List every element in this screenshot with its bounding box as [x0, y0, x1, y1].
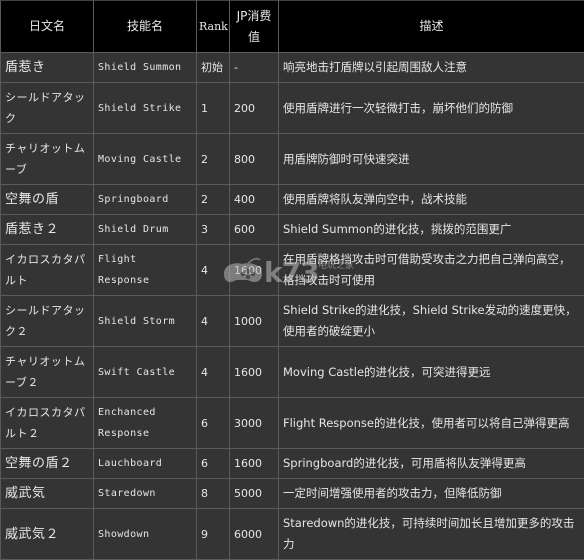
cell-rank: 4 — [197, 347, 230, 398]
table-row: チャリオットムーブ Moving Castle 2 800 用盾牌防御时可快速突… — [1, 134, 584, 185]
header-jp-cost: JP消费值 — [230, 1, 279, 53]
cell-jp-cost: 600 — [230, 215, 279, 245]
table-row: イカロスカタパルト Flight Response 4 1600 在用盾牌格挡攻… — [1, 245, 584, 296]
cell-jp-cost: 1600 — [230, 449, 279, 479]
cell-skill-name: Enchanced Response — [94, 398, 197, 449]
table-row: 空舞の盾 Springboard 2 400 使用盾牌将队友弹向空中，战术技能 — [1, 185, 584, 215]
table-row: チャリオットムーブ２ Swift Castle 4 1600 Moving Ca… — [1, 347, 584, 398]
cell-description: 在用盾牌格挡攻击时可借助受攻击之力把自己弹向高空，格挡攻击时可使用 — [279, 245, 584, 296]
cell-jp-cost: 6000 — [230, 509, 279, 560]
cell-skill-name: Springboard — [94, 185, 197, 215]
cell-japanese-name: イカロスカタパルト — [1, 245, 94, 296]
cell-description: Shield Strike的进化技，Shield Strike发动的速度更快，使… — [279, 296, 584, 347]
header-skill-name: 技能名 — [94, 1, 197, 53]
cell-description: Springboard的进化技，可用盾将队友弹得更高 — [279, 449, 584, 479]
cell-japanese-name: チャリオットムーブ２ — [1, 347, 94, 398]
cell-rank: 6 — [197, 449, 230, 479]
cell-japanese-name: イカロスカタパルト２ — [1, 398, 94, 449]
cell-description: Shield Summon的进化技，挑拨的范围更广 — [279, 215, 584, 245]
table-row: シールドアタック２ Shield Storm 4 1000 Shield Str… — [1, 296, 584, 347]
cell-jp-cost: 3000 — [230, 398, 279, 449]
cell-japanese-name: シールドアタック２ — [1, 296, 94, 347]
cell-japanese-name: 威武気２ — [1, 509, 94, 560]
cell-skill-name: Shield Drum — [94, 215, 197, 245]
cell-rank: 2 — [197, 134, 230, 185]
header-japanese-name: 日文名 — [1, 1, 94, 53]
cell-skill-name: Staredown — [94, 479, 197, 509]
cell-description: 响亮地击打盾牌以引起周围敌人注意 — [279, 53, 584, 83]
cell-japanese-name: 盾惹き — [1, 53, 94, 83]
cell-skill-name: Flight Response — [94, 245, 197, 296]
cell-rank: 4 — [197, 296, 230, 347]
cell-jp-cost: 200 — [230, 83, 279, 134]
cell-skill-name: Shield Storm — [94, 296, 197, 347]
table-row: 盾惹き Shield Summon 初始 - 响亮地击打盾牌以引起周围敌人注意 — [1, 53, 584, 83]
cell-jp-cost: 400 — [230, 185, 279, 215]
cell-japanese-name: チャリオットムーブ — [1, 134, 94, 185]
skill-table: 日文名 技能名 Rank JP消费值 描述 盾惹き Shield Summon … — [0, 0, 584, 560]
cell-skill-name: Swift Castle — [94, 347, 197, 398]
cell-description: Moving Castle的进化技，可突进得更远 — [279, 347, 584, 398]
cell-description: 用盾牌防御时可快速突进 — [279, 134, 584, 185]
cell-jp-cost: 1600 — [230, 245, 279, 296]
table-row: 空舞の盾２ Lauchboard 6 1600 Springboard的进化技，… — [1, 449, 584, 479]
cell-japanese-name: シールドアタック — [1, 83, 94, 134]
table-row: シールドアタック Shield Strike 1 200 使用盾牌进行一次轻微打… — [1, 83, 584, 134]
cell-rank: 8 — [197, 479, 230, 509]
cell-description: 使用盾牌进行一次轻微打击，崩坏他们的防御 — [279, 83, 584, 134]
cell-skill-name: Showdown — [94, 509, 197, 560]
cell-description: 使用盾牌将队友弹向空中，战术技能 — [279, 185, 584, 215]
cell-rank: 2 — [197, 185, 230, 215]
cell-skill-name: Shield Strike — [94, 83, 197, 134]
cell-skill-name: Moving Castle — [94, 134, 197, 185]
cell-jp-cost: 1000 — [230, 296, 279, 347]
cell-japanese-name: 威武気 — [1, 479, 94, 509]
cell-rank: 9 — [197, 509, 230, 560]
cell-japanese-name: 盾惹き２ — [1, 215, 94, 245]
cell-jp-cost: 1600 — [230, 347, 279, 398]
cell-jp-cost: 5000 — [230, 479, 279, 509]
cell-skill-name: Lauchboard — [94, 449, 197, 479]
table-row: 盾惹き２ Shield Drum 3 600 Shield Summon的进化技… — [1, 215, 584, 245]
cell-rank: 1 — [197, 83, 230, 134]
header-rank: Rank — [197, 1, 230, 53]
cell-rank: 初始 — [197, 53, 230, 83]
header-row: 日文名 技能名 Rank JP消费值 描述 — [1, 1, 584, 53]
cell-jp-cost: - — [230, 53, 279, 83]
cell-rank: 3 — [197, 215, 230, 245]
table-row: 威武気２ Showdown 9 6000 Staredown的进化技，可持续时间… — [1, 509, 584, 560]
cell-description: Flight Response的进化技，使用者可以将自己弹得更高 — [279, 398, 584, 449]
table-row: 威武気 Staredown 8 5000 一定时间增强使用者的攻击力，但降低防御 — [1, 479, 584, 509]
cell-japanese-name: 空舞の盾２ — [1, 449, 94, 479]
cell-skill-name: Shield Summon — [94, 53, 197, 83]
cell-rank: 4 — [197, 245, 230, 296]
cell-rank: 6 — [197, 398, 230, 449]
cell-description: 一定时间增强使用者的攻击力，但降低防御 — [279, 479, 584, 509]
cell-jp-cost: 800 — [230, 134, 279, 185]
table-row: イカロスカタパルト２ Enchanced Response 6 3000 Fli… — [1, 398, 584, 449]
cell-description: Staredown的进化技，可持续时间加长且增加更多的攻击力 — [279, 509, 584, 560]
header-description: 描述 — [279, 1, 584, 53]
cell-japanese-name: 空舞の盾 — [1, 185, 94, 215]
